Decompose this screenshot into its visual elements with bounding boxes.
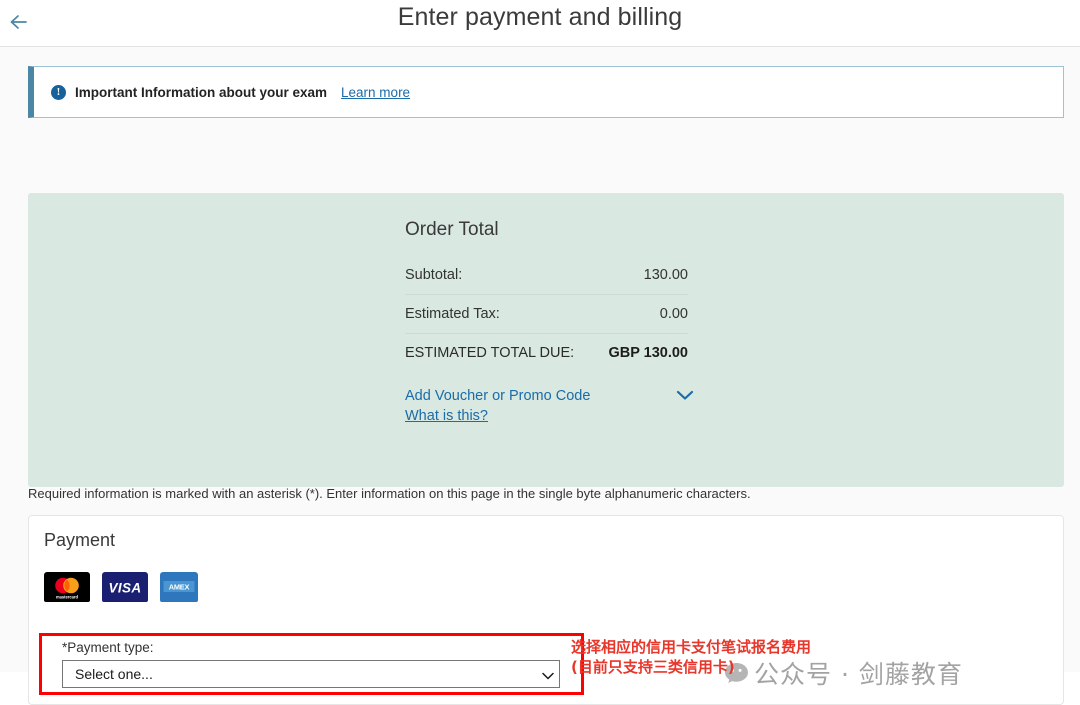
info-circle-icon: ! [51, 84, 66, 100]
page-body: ! Important Information about your exam … [0, 47, 1080, 705]
annotation-line-1: 选择相应的信用卡支付笔试报名费用 [571, 638, 812, 656]
estimated-tax-label: Estimated Tax: [405, 306, 500, 322]
visa-logo: VISA [102, 572, 148, 607]
svg-text:AMEX: AMEX [169, 583, 190, 592]
svg-text:mastercard: mastercard [56, 594, 79, 599]
svg-text:VISA: VISA [108, 581, 141, 596]
add-voucher-link[interactable]: Add Voucher or Promo Code [405, 387, 688, 407]
order-row-total: ESTIMATED TOTAL DUE: GBP 130.00 [405, 345, 688, 361]
learn-more-link[interactable]: Learn more [341, 85, 410, 100]
payment-section: Payment mastercard VISA AMEX *Payment ty… [28, 515, 1064, 705]
order-total-content: Order Total Subtotal: 130.00 Estimated T… [405, 219, 694, 427]
subtotal-value: 130.00 [643, 267, 688, 283]
order-row-subtotal: Subtotal: 130.00 [405, 267, 688, 295]
estimated-total-label: ESTIMATED TOTAL DUE: [405, 345, 575, 361]
order-total-title: Order Total [405, 219, 499, 240]
chinese-annotation: 选择相应的信用卡支付笔试报名费用 (目前只支持三类信用卡) [571, 638, 811, 677]
accepted-card-logos: mastercard VISA AMEX [44, 572, 198, 607]
mastercard-logo: mastercard [44, 572, 90, 607]
order-total-panel: Order Total Subtotal: 130.00 Estimated T… [28, 193, 1064, 487]
amex-logo: AMEX [160, 572, 198, 607]
what-is-this-link[interactable]: What is this? [405, 407, 688, 427]
annotation-line-2: (目前只支持三类信用卡) [571, 657, 735, 676]
payment-heading: Payment [44, 530, 116, 550]
banner-message: Important Information about your exam [75, 84, 328, 100]
page-title: Enter payment and billing [397, 3, 683, 31]
estimated-total-value: GBP 130.00 [608, 345, 688, 361]
voucher-block: Add Voucher or Promo Code What is this? [405, 387, 694, 427]
page-header: Enter payment and billing [0, 0, 1080, 47]
order-row-tax: Estimated Tax: 0.00 [405, 306, 688, 334]
required-information-note: Required information is marked with an a… [28, 486, 751, 501]
payment-type-select[interactable]: Select one... [62, 660, 560, 688]
estimated-tax-value: 0.00 [659, 306, 688, 322]
subtotal-label: Subtotal: [405, 267, 463, 283]
voucher-chevron-down-icon[interactable] [675, 389, 695, 407]
important-info-banner: ! Important Information about your exam … [28, 66, 1064, 118]
payment-type-label: *Payment type: [62, 640, 154, 655]
